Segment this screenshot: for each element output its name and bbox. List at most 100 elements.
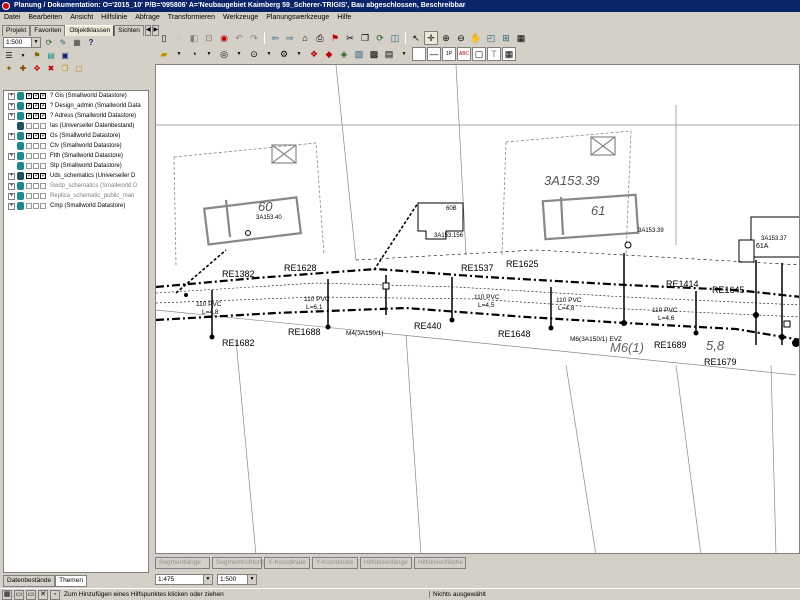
blank-icon[interactable] (412, 47, 426, 61)
guide-line-area-field[interactable]: Hilfslinienfläche (414, 557, 466, 569)
undo-icon[interactable]: ↶ (232, 31, 246, 45)
layers-icon[interactable]: ◫ (388, 31, 402, 45)
visibility-checkbox[interactable] (26, 203, 32, 209)
expand-icon[interactable]: + (8, 112, 15, 120)
visibility-checkbox[interactable]: ✓ (40, 113, 46, 119)
target-scale-select[interactable]: 1:500 ▼ (217, 574, 257, 585)
tree-row[interactable]: + ✓ ✓ ✓? Gis (Smallworld Datastore) (4, 91, 148, 101)
visibility-checkbox[interactable]: ✓ (33, 93, 39, 99)
tree-row[interactable]: + Replica_schematic_public_man (4, 191, 148, 201)
visibility-checkbox[interactable] (33, 153, 39, 159)
status-window-icon[interactable]: ▭ (26, 589, 36, 600)
visibility-checkbox[interactable] (33, 183, 39, 189)
menu-ansicht[interactable]: Ansicht (66, 12, 97, 24)
dropdown-arrow-icon[interactable]: ▼ (172, 47, 186, 61)
visibility-checkbox[interactable]: ✓ (40, 173, 46, 179)
menu-hilfslinie[interactable]: Hilfslinie (97, 12, 131, 24)
y-coordinate-field[interactable]: Y-Koordinate (312, 557, 358, 569)
dropdown-arrow-icon[interactable]: ▼ (397, 47, 411, 61)
visibility-checkbox[interactable] (40, 163, 46, 169)
tree-row[interactable]: Ias (Universeller Datenbestand) (4, 121, 148, 131)
expand-icon[interactable]: + (8, 182, 15, 190)
visibility-checkbox[interactable]: ✓ (40, 93, 46, 99)
visibility-checkbox[interactable] (26, 193, 32, 199)
dropdown-arrow-icon[interactable]: ▼ (262, 47, 276, 61)
refresh-icon[interactable]: ⟳ (373, 31, 387, 45)
tab-projekt[interactable]: Projekt (2, 25, 31, 36)
map-canvas[interactable]: 60 3A153.39 61 61A 3A153.40 60B 3A153.156 3A153… (155, 64, 800, 554)
tab-objektklassen[interactable]: Objektklassen (65, 25, 115, 36)
tree-row[interactable]: + ✓ ✓ ✓? Adress (Smallworld Datastore) (4, 111, 148, 121)
tree-row[interactable]: + ✓ ✓ ✓ Gs (Smallworld Datastore) (4, 131, 148, 141)
menu-bearbeiten[interactable]: Bearbeiten (24, 12, 66, 24)
home-icon[interactable]: ⌂ (298, 31, 312, 45)
visibility-checkbox[interactable] (33, 203, 39, 209)
layer-list-icon[interactable]: ☰ (3, 50, 15, 62)
visibility-checkbox[interactable] (40, 183, 46, 189)
chevron-down-icon[interactable]: ▼ (247, 575, 256, 584)
panel-scale-select[interactable]: 1:500 ▼ (3, 37, 41, 48)
datastore-tree[interactable]: + ✓ ✓ ✓? Gis (Smallworld Datastore) + ✓ ✓ ✓? De… (3, 90, 149, 573)
visibility-checkbox[interactable] (33, 193, 39, 199)
segment-direction-field[interactable]: Segmentrichtung (212, 557, 265, 569)
expand-icon[interactable]: + (8, 102, 15, 110)
delete-object-icon[interactable]: ✖ (45, 63, 57, 75)
text-style-icon[interactable]: 1P (442, 47, 456, 61)
status-snap-icon[interactable]: ▫ (50, 589, 60, 600)
visibility-checkbox[interactable]: ✓ (33, 103, 39, 109)
copy-object-icon[interactable]: ❐ (59, 63, 71, 75)
tree-row[interactable]: + Ftth (Smallworld Datastore) (4, 151, 148, 161)
hatch-icon[interactable]: ▩ (367, 47, 381, 61)
settings-icon[interactable]: ⚙ (277, 47, 291, 61)
zoom-out-icon[interactable]: ⊖ (454, 31, 468, 45)
menu-transformieren[interactable]: Transformieren (164, 12, 219, 24)
fill-icon[interactable]: ▧ (352, 47, 366, 61)
visibility-checkbox[interactable]: ✓ (33, 113, 39, 119)
palette-icon[interactable]: ❖ (307, 47, 321, 61)
dropdown-arrow-icon[interactable]: ▼ (292, 47, 306, 61)
back-arrow-icon[interactable]: ⇦ (268, 31, 282, 45)
app-icon[interactable] (2, 2, 10, 10)
tree-row[interactable]: Stp (Smallworld Datastore) (4, 161, 148, 171)
line-style-icon[interactable]: — (427, 47, 441, 61)
bookmark-icon[interactable]: ⚑ (328, 31, 342, 45)
layer-grid-icon[interactable]: ▦ (71, 37, 83, 49)
measure-icon[interactable]: ◎ (217, 47, 231, 61)
visibility-checkbox[interactable] (33, 163, 39, 169)
status-grid-icon[interactable]: ▦ (2, 589, 12, 600)
expand-icon[interactable]: + (8, 152, 15, 160)
tab-themen[interactable]: Themen (55, 575, 87, 587)
select-tool-icon[interactable]: ✦ (3, 63, 15, 75)
visibility-checkbox[interactable]: ✓ (33, 173, 39, 179)
layer-refresh-icon[interactable]: ⟳ (43, 37, 55, 49)
circle-icon[interactable]: ◌ (172, 31, 186, 45)
pointer-icon[interactable]: ↖ (409, 31, 423, 45)
symbol-icon[interactable]: ▢ (472, 47, 486, 61)
dropdown-arrow-icon[interactable]: ▼ (232, 47, 246, 61)
status-window-icon[interactable]: ▭ (14, 589, 24, 600)
visibility-checkbox[interactable]: ✓ (26, 133, 32, 139)
visibility-checkbox[interactable] (26, 143, 32, 149)
segment-length-field[interactable]: Segmentlänge (155, 557, 210, 569)
grid-icon[interactable]: ▦ (514, 31, 528, 45)
status-close-icon[interactable]: ✕ (38, 589, 48, 600)
tree-row[interactable]: + Swdp_schematics (Smallworld D (4, 181, 148, 191)
properties-icon[interactable]: ▣ (59, 50, 71, 62)
expand-icon[interactable]: + (8, 92, 15, 100)
stop-icon[interactable]: ◉ (217, 31, 231, 45)
tab-sichten[interactable]: Sichten (114, 25, 144, 36)
dimension-icon[interactable]: ⊡ (202, 31, 216, 45)
visibility-checkbox[interactable]: ✓ (26, 93, 32, 99)
object-icon[interactable]: ◧ (187, 31, 201, 45)
visibility-checkbox[interactable] (26, 153, 32, 159)
zoom-previous-icon[interactable]: ◰ (484, 31, 498, 45)
database-icon[interactable]: ▤ (45, 50, 57, 62)
cut-icon[interactable]: ✂ (343, 31, 357, 45)
dropdown-arrow-icon[interactable]: ▼ (17, 50, 29, 62)
current-scale-select[interactable]: 1:475 ▼ (155, 574, 213, 585)
map-drawing[interactable]: 60 3A153.39 61 61A 3A153.40 60B 3A153.156 3A153… (156, 65, 800, 554)
visibility-checkbox[interactable] (26, 163, 32, 169)
line-color-icon[interactable]: ◈ (337, 47, 351, 61)
crosshair-icon[interactable]: ✛ (424, 31, 438, 45)
text-icon[interactable]: T (487, 47, 501, 61)
